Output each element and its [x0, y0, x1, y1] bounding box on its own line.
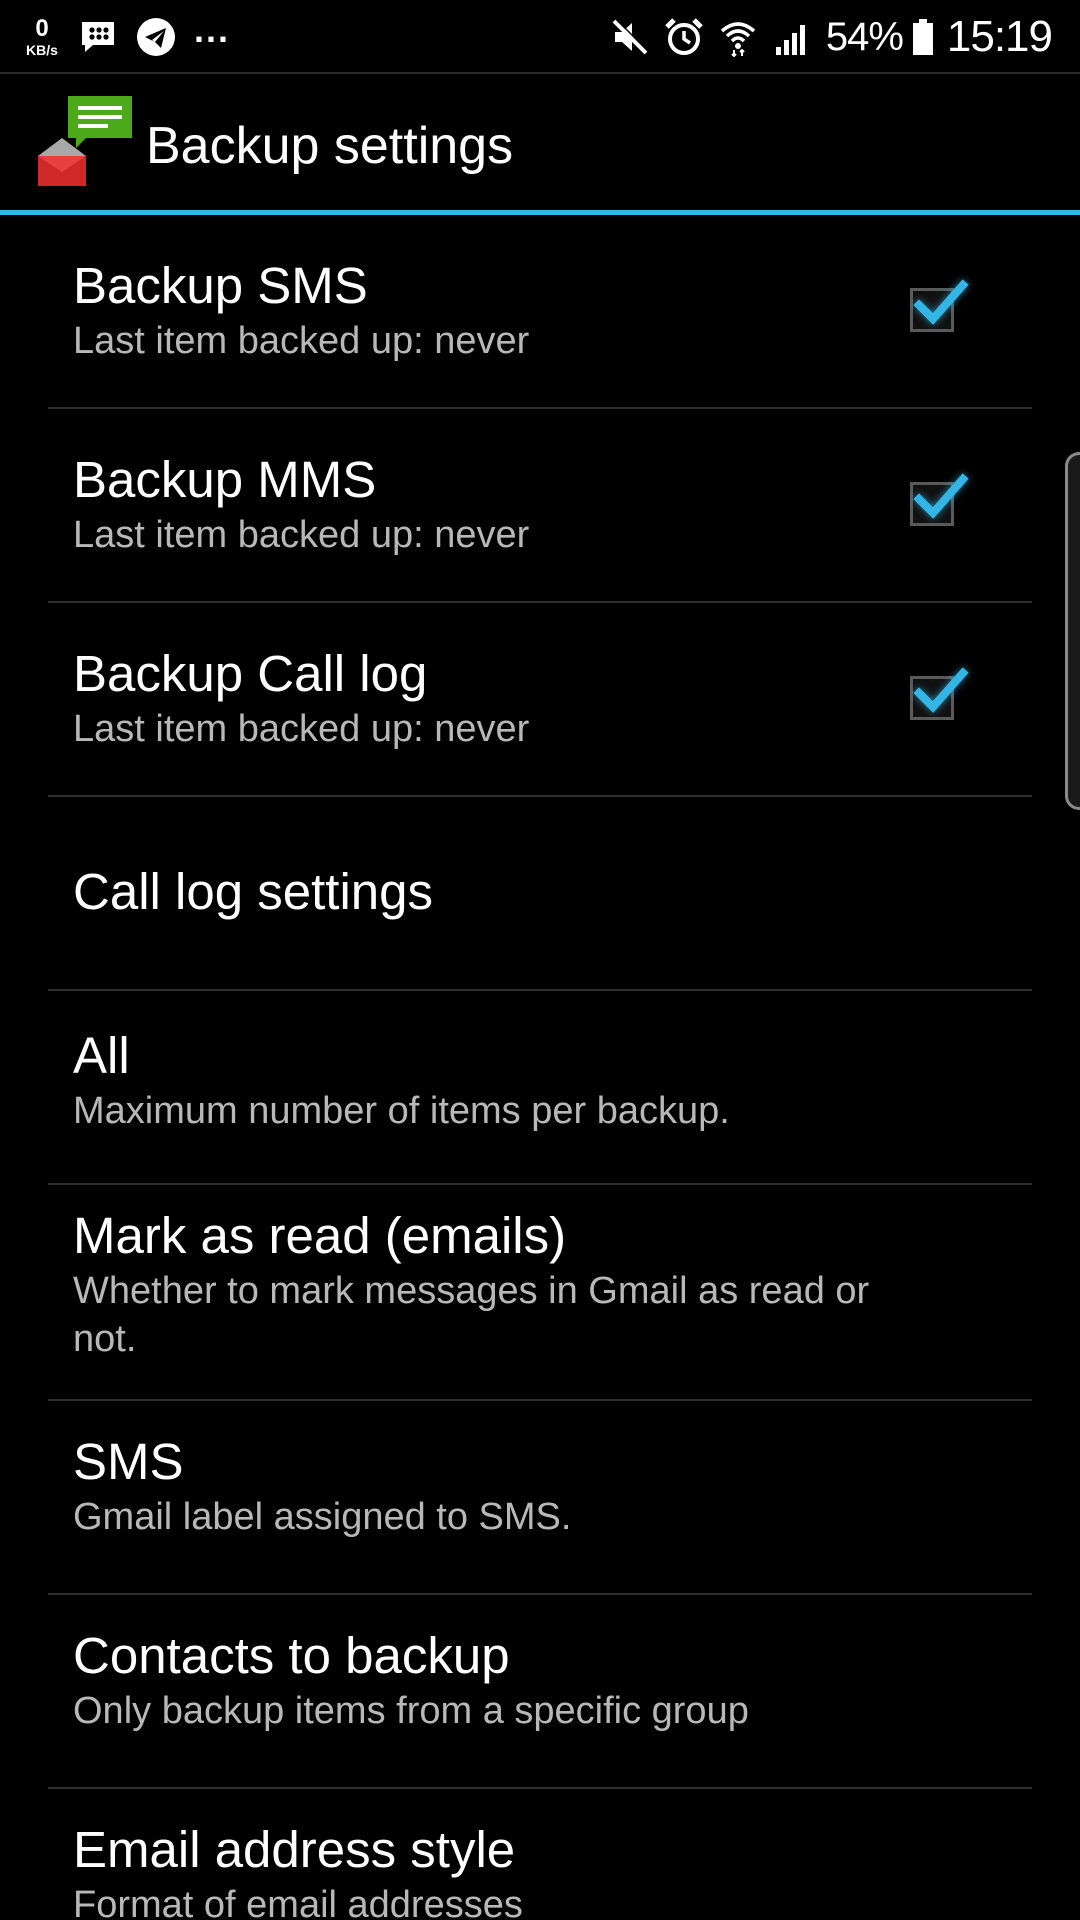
pref-summary: Last item backed up: never [73, 320, 530, 362]
pref-summary: Whether to mark messages in Gmail as rea… [73, 1270, 870, 1360]
pref-sms-label[interactable]: SMS Gmail label assigned to SMS. [0, 1401, 1080, 1595]
pref-contacts-to-backup[interactable]: Contacts to backup Only backup items fro… [0, 1595, 1080, 1789]
pref-title: Email address style [73, 1821, 516, 1878]
status-bar-right: 54% 15:19 [610, 8, 1053, 66]
pref-summary: Only backup items from a specific group [73, 1690, 749, 1732]
pref-title: SMS [73, 1433, 184, 1490]
pref-backup-sms[interactable]: Backup SMS Last item backed up: never [0, 215, 1080, 409]
network-speed: 0 KB/s [20, 15, 64, 58]
pref-title: All [73, 1027, 130, 1084]
network-speed-value: 0 [35, 15, 49, 42]
status-bar: 0 KB/s ... 54% 15:19 [0, 0, 1080, 74]
pref-title: Backup MMS [73, 451, 377, 508]
pref-summary: Last item backed up: never [73, 708, 530, 750]
battery-icon [911, 17, 935, 57]
screen: 0 KB/s ... 54% 15:19 Backup settings Bac… [0, 0, 1080, 1920]
pref-backup-mms[interactable]: Backup MMS Last item backed up: never [0, 409, 1080, 603]
checkmark-icon [913, 279, 969, 325]
wifi-icon [718, 17, 758, 57]
status-bar-left: 0 KB/s ... [20, 8, 230, 66]
backup-mms-checkbox[interactable] [910, 473, 969, 526]
action-bar: Backup settings [0, 74, 1080, 210]
backup-call-log-checkbox[interactable] [910, 667, 969, 720]
battery-percent: 54% [825, 14, 904, 59]
pref-title: Mark as read (emails) [73, 1207, 567, 1264]
pref-email-address-style[interactable]: Email address style Format of email addr… [0, 1789, 1080, 1920]
clock: 15:19 [946, 12, 1053, 61]
pref-summary: Last item backed up: never [73, 514, 530, 556]
pref-title: Backup SMS [73, 257, 368, 314]
checkmark-icon [913, 473, 969, 519]
pref-call-log-settings[interactable]: Call log settings [0, 797, 1080, 991]
network-speed-unit: KB/s [26, 42, 58, 58]
pref-summary: Gmail label assigned to SMS. [73, 1496, 572, 1538]
page-title: Backup settings [146, 117, 514, 175]
cell-signal-icon [772, 17, 812, 57]
alarm-icon [664, 17, 704, 57]
more-notifications-indicator: ... [194, 9, 231, 50]
checkmark-icon [913, 667, 969, 713]
preference-list: Backup SMS Last item backed up: never Ba… [0, 215, 1080, 1920]
pref-summary: Format of email addresses [73, 1884, 523, 1920]
pref-summary: Maximum number of items per backup. [73, 1090, 730, 1132]
bbm-message-icon [78, 17, 118, 57]
telegram-icon [136, 17, 176, 57]
pref-title: Call log settings [73, 863, 434, 920]
scrollbar[interactable] [1065, 452, 1080, 810]
backup-sms-checkbox[interactable] [910, 279, 969, 332]
sms-backup-app-icon[interactable] [36, 96, 136, 196]
pref-mark-as-read[interactable]: Mark as read (emails) Whether to mark me… [0, 1185, 1080, 1401]
pref-title: Backup Call log [73, 645, 428, 702]
pref-backup-call-log[interactable]: Backup Call log Last item backed up: nev… [0, 603, 1080, 797]
pref-max-items[interactable]: All Maximum number of items per backup. [0, 991, 1080, 1185]
mute-icon [610, 17, 650, 57]
pref-title: Contacts to backup [73, 1627, 510, 1684]
